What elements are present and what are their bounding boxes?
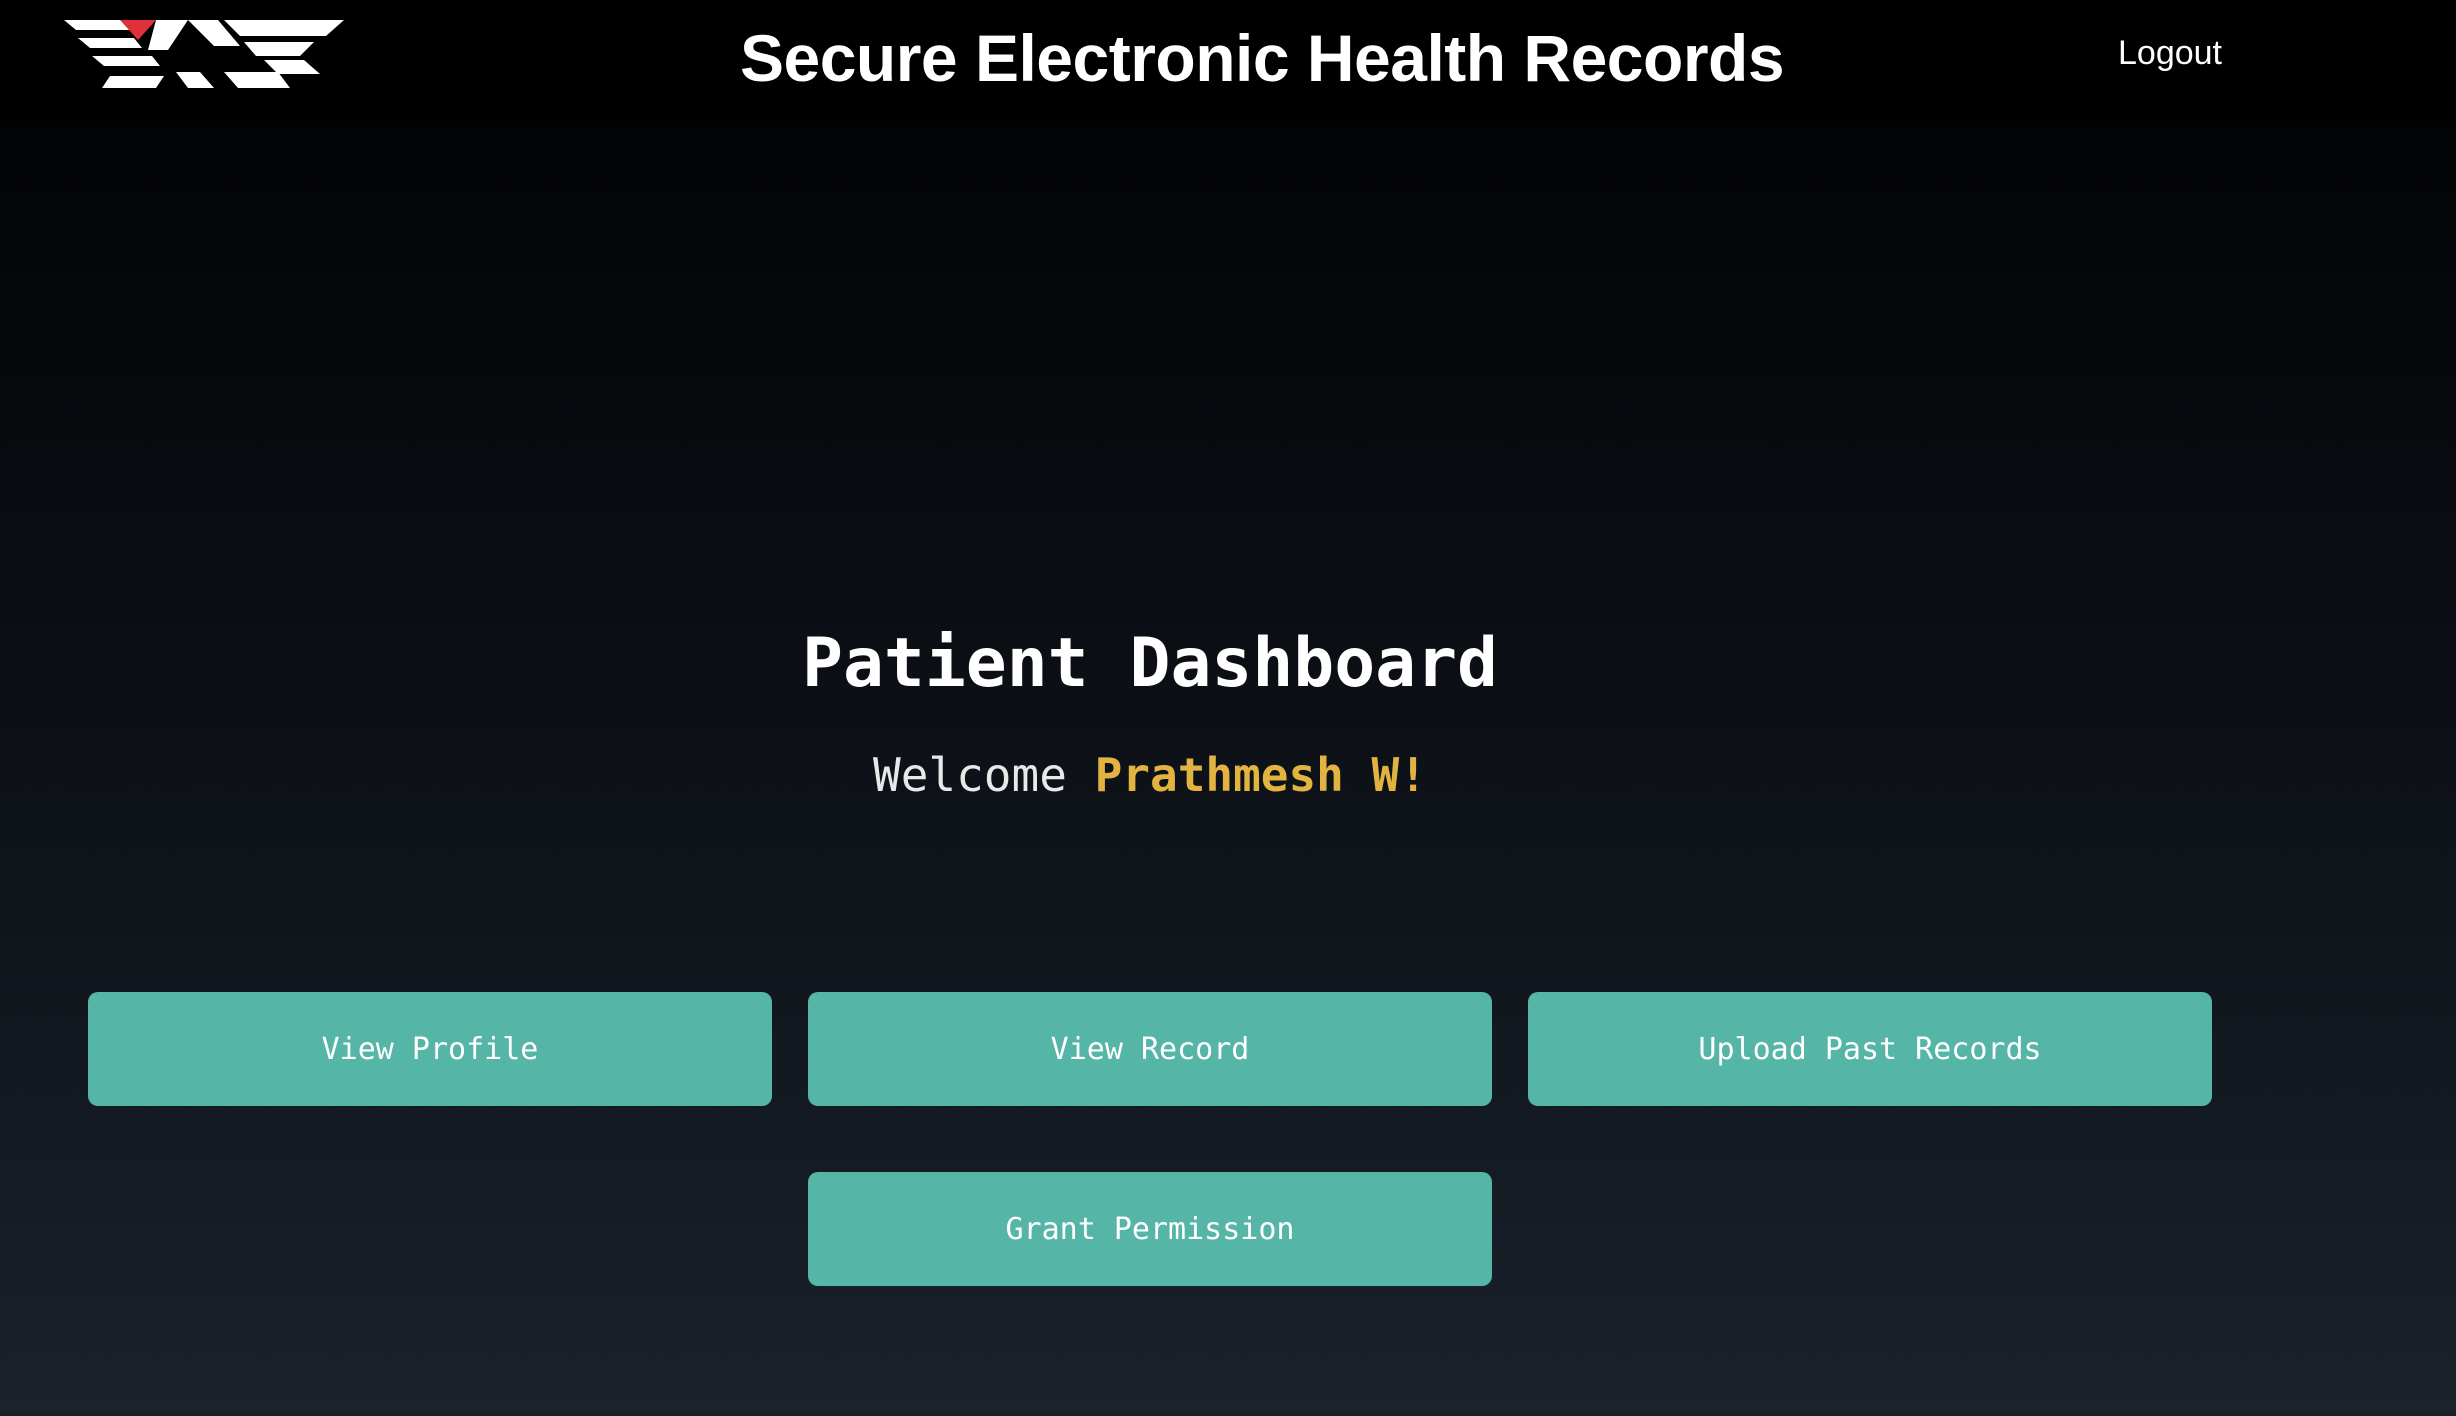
view-profile-button[interactable]: View Profile <box>88 992 772 1106</box>
view-record-button[interactable]: View Record <box>808 992 1492 1106</box>
page-title: Patient Dashboard <box>802 624 1498 703</box>
patient-name: Prathmesh W! <box>1094 748 1427 802</box>
top-navbar: Secure Electronic Health Records Logout <box>0 0 2456 120</box>
logout-link[interactable]: Logout <box>2100 34 2240 73</box>
welcome-message: Welcome Prathmesh W! <box>0 748 2300 802</box>
upload-past-records-button[interactable]: Upload Past Records <box>1528 992 2212 1106</box>
welcome-prefix: Welcome <box>873 748 1067 802</box>
app-title: Secure Electronic Health Records <box>739 21 1785 95</box>
grant-permission-button[interactable]: Grant Permission <box>808 1172 1492 1286</box>
